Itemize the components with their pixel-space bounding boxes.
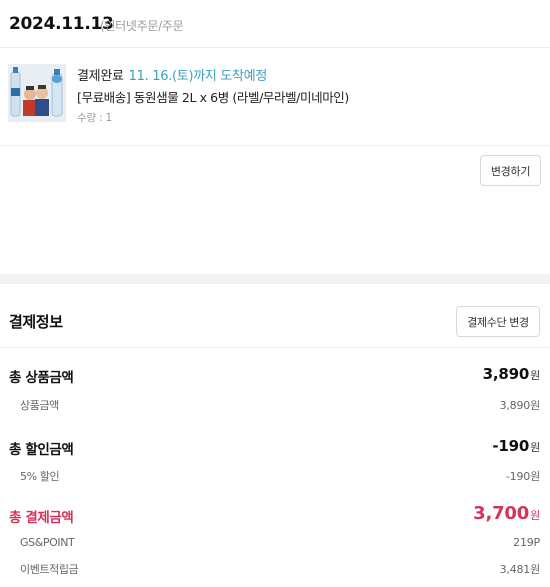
- water-bottle-photo-icon: [8, 64, 66, 122]
- payment-status-label: 결제완료: [77, 69, 124, 84]
- arrival-estimate: 11. 16.(토)까지 도착예정: [128, 69, 268, 84]
- order-type: (인터넷주문/주문: [100, 19, 184, 33]
- delivery-status: 결제완료 11. 16.(토)까지 도착예정: [77, 65, 267, 84]
- order-item: 결제완료 11. 16.(토)까지 도착예정 [무료배송] 동원샘물 2L x 6…: [0, 48, 550, 146]
- discount-detail-label: 5% 할인: [20, 470, 60, 483]
- section-divider: [0, 274, 550, 284]
- total-product-amount-value: 3,890원: [482, 365, 541, 383]
- gs-point-value: 219P: [513, 536, 540, 549]
- total-payment-value: 3,700원: [473, 503, 540, 524]
- product-thumbnail[interactable]: [8, 64, 66, 122]
- event-reward-label: 이벤트적립금: [20, 563, 79, 576]
- order-header: 2024.11.13 (인터넷주문/주문: [0, 0, 550, 48]
- change-order-button[interactable]: 변경하기: [480, 155, 541, 186]
- total-discount-value: -190원: [492, 437, 540, 455]
- total-discount-label: 총 할인금액: [9, 442, 74, 458]
- payment-info-header: 결제정보 결제수단 변경: [0, 284, 550, 348]
- product-amount-value: 3,890원: [499, 399, 541, 412]
- product-name[interactable]: [무료배송] 동원샘물 2L x 6병 (라벨/무라벨/미네마인): [77, 87, 349, 106]
- product-quantity: 수량 : 1: [77, 112, 113, 124]
- total-payment-label: 총 결제금액: [9, 510, 74, 526]
- total-product-amount-label: 총 상품금액: [9, 370, 74, 386]
- discount-detail-value: -190원: [505, 470, 540, 483]
- event-reward-value: 3,481원: [499, 563, 541, 576]
- payment-info-title: 결제정보: [9, 313, 63, 331]
- product-amount-label: 상품금액: [20, 399, 59, 412]
- change-payment-method-button[interactable]: 결제수단 변경: [456, 306, 540, 337]
- gs-point-label: GS&POINT: [20, 536, 75, 549]
- order-date: 2024.11.13: [9, 14, 114, 34]
